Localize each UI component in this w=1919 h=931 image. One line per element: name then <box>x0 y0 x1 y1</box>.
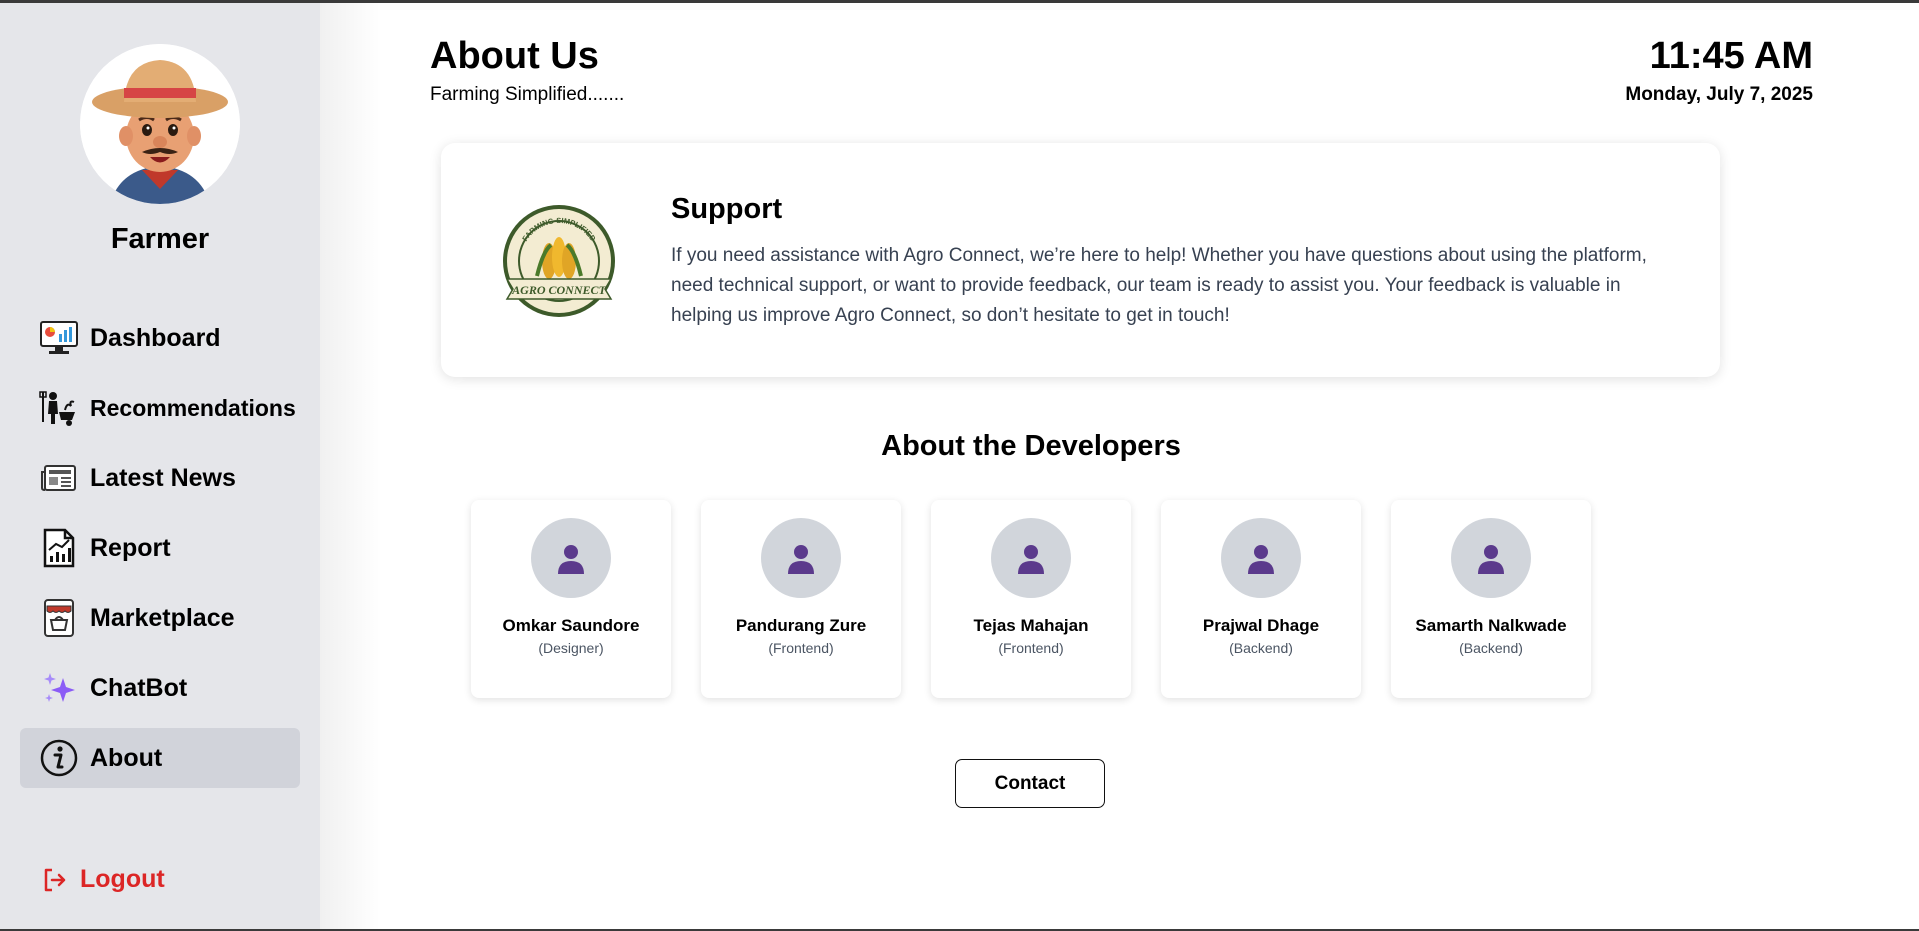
marketplace-icon <box>38 597 80 639</box>
sidebar-item-label: Recommendations <box>90 394 296 421</box>
logo-text: AGRO CONNECT <box>511 283 606 297</box>
developer-role: (Backend) <box>1459 640 1523 656</box>
sidebar-item-recommendations[interactable]: Recommendations <box>20 378 300 438</box>
user-icon <box>1451 518 1531 598</box>
sidebar-item-marketplace[interactable]: Marketplace <box>20 588 300 648</box>
page-subtitle: Farming Simplified....... <box>430 84 625 105</box>
sidebar-item-report[interactable]: Report <box>20 518 300 578</box>
info-icon <box>38 737 80 779</box>
developer-role: (Designer) <box>538 640 604 656</box>
contact-button[interactable]: Contact <box>955 759 1105 808</box>
avatar <box>80 44 240 204</box>
developer-name: Pandurang Zure <box>735 616 867 635</box>
logout-label: Logout <box>80 865 165 893</box>
user-icon <box>991 518 1071 598</box>
sidebar-item-latest-news[interactable]: Latest News <box>20 448 300 508</box>
developer-name: Prajwal Dhage <box>1202 616 1320 635</box>
sidebar-item-label: Marketplace <box>90 603 235 632</box>
logout-icon <box>42 867 68 893</box>
user-icon <box>531 518 611 598</box>
dashboard-monitor-icon <box>38 317 80 359</box>
sidebar-item-label: About <box>90 743 163 772</box>
support-text: If you need assistance with Agro Connect… <box>671 245 1647 326</box>
developer-card: Prajwal Dhage (Backend) <box>1161 500 1361 698</box>
developer-role: (Frontend) <box>998 640 1064 656</box>
sidebar: Farmer Dashboard Recommendations Latest … <box>0 3 320 929</box>
developers-heading: About the Developers <box>881 430 1181 462</box>
sidebar-shadow <box>320 3 380 929</box>
developer-name: Tejas Mahajan <box>973 616 1089 635</box>
user-icon <box>761 518 841 598</box>
developer-card: Pandurang Zure (Frontend) <box>701 500 901 698</box>
developer-card: Samarth Nalkwade (Backend) <box>1391 500 1591 698</box>
sidebar-item-label: Report <box>90 533 171 562</box>
agro-connect-logo: FARMING SIMPLIFIED AGRO CONNECT <box>499 201 619 321</box>
developer-role: (Frontend) <box>768 640 834 656</box>
sidebar-item-label: Latest News <box>90 463 236 492</box>
report-chart-icon <box>38 527 80 569</box>
developer-card: Tejas Mahajan (Frontend) <box>931 500 1131 698</box>
support-heading: Support <box>671 193 783 225</box>
profile-name: Farmer <box>110 223 210 255</box>
sidebar-item-dashboard[interactable]: Dashboard <box>20 308 300 368</box>
sidebar-item-about[interactable]: About <box>20 728 300 788</box>
sidebar-item-label: ChatBot <box>90 673 188 702</box>
clock-date: Monday, July 7, 2025 <box>1625 84 1813 105</box>
page-title: About Us <box>430 35 599 77</box>
developer-name: Omkar Saundore <box>502 616 640 635</box>
support-card: FARMING SIMPLIFIED AGRO CONNECT Support … <box>441 143 1720 377</box>
developer-name: Samarth Nalkwade <box>1415 616 1567 635</box>
newspaper-icon <box>38 457 80 499</box>
sparkles-icon <box>38 667 80 709</box>
clock-time: 11:45 AM <box>1649 35 1813 77</box>
farmer-wheelbarrow-icon <box>38 387 80 429</box>
sidebar-item-label: Dashboard <box>90 323 221 352</box>
user-icon <box>1221 518 1301 598</box>
sidebar-item-chatbot[interactable]: ChatBot <box>20 658 300 718</box>
developer-card: Omkar Saundore (Designer) <box>471 500 671 698</box>
developer-role: (Backend) <box>1229 640 1293 656</box>
logout-button[interactable]: Logout <box>42 865 165 894</box>
